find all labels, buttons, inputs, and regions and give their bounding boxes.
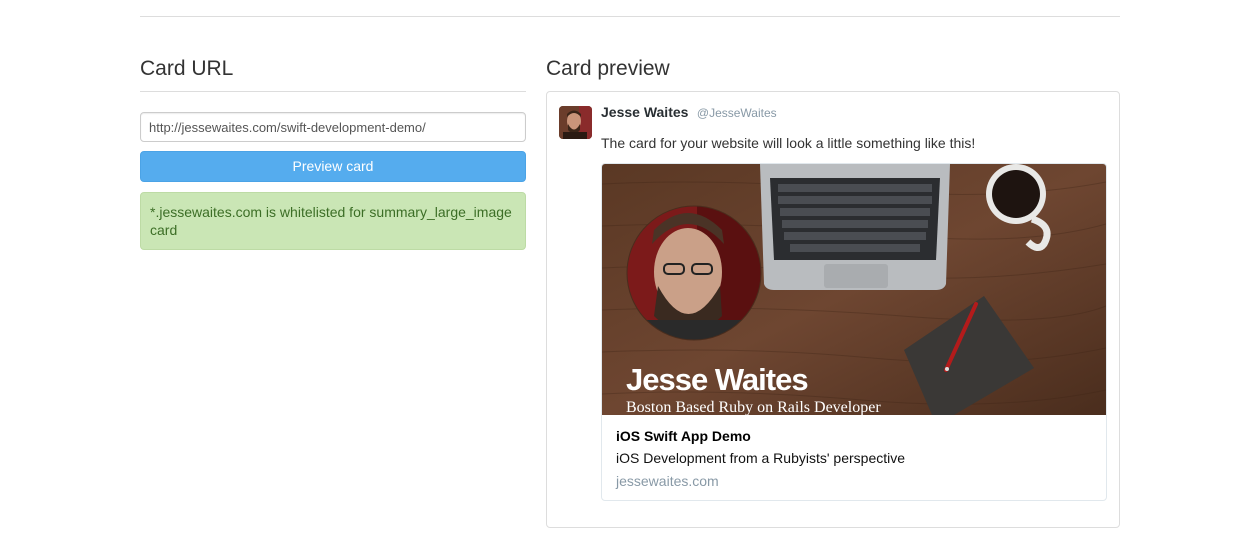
whitelist-status-text: *.jessewaites.com is whitelisted for sum… [150, 204, 512, 238]
tweet-header: Jesse Waites @JesseWaites [601, 104, 777, 122]
preview-card-button[interactable]: Preview card [140, 151, 526, 182]
card-title: iOS Swift App Demo [616, 428, 751, 444]
tweet-preview: Jesse Waites @JesseWaites The card for y… [546, 91, 1120, 528]
card-domain[interactable]: jessewaites.com [616, 472, 1092, 490]
summary-large-image-card[interactable]: Jesse Waites Boston Based Ruby on Rails … [601, 163, 1107, 501]
card-description: iOS Development from a Rubyists' perspec… [616, 450, 906, 466]
card-url-section: Card URL Preview card *.jessewaites.com … [140, 56, 526, 250]
page: Card URL Preview card *.jessewaites.com … [0, 0, 1257, 552]
card-image: Jesse Waites Boston Based Ruby on Rails … [602, 164, 1106, 415]
whitelist-status-alert: *.jessewaites.com is whitelisted for sum… [140, 192, 526, 250]
author-handle[interactable]: @JesseWaites [697, 106, 777, 120]
card-url-heading: Card URL [140, 57, 234, 80]
tweet-text: The card for your website will look a li… [601, 135, 976, 151]
author-name[interactable]: Jesse Waites [601, 104, 688, 120]
card-url-divider [140, 91, 526, 92]
card-preview-heading: Card preview [546, 57, 670, 80]
avatar[interactable] [559, 106, 592, 139]
card-image-subline: Boston Based Ruby on Rails Developer [626, 399, 881, 415]
card-image-headline: Jesse Waites [626, 362, 808, 397]
card-url-input[interactable] [140, 112, 526, 142]
top-divider [140, 16, 1120, 17]
card-preview-section: Card preview Jesse Waites @JesseWaites T… [546, 56, 1120, 528]
card-body: iOS Swift App Demo iOS Development from … [602, 415, 1106, 490]
